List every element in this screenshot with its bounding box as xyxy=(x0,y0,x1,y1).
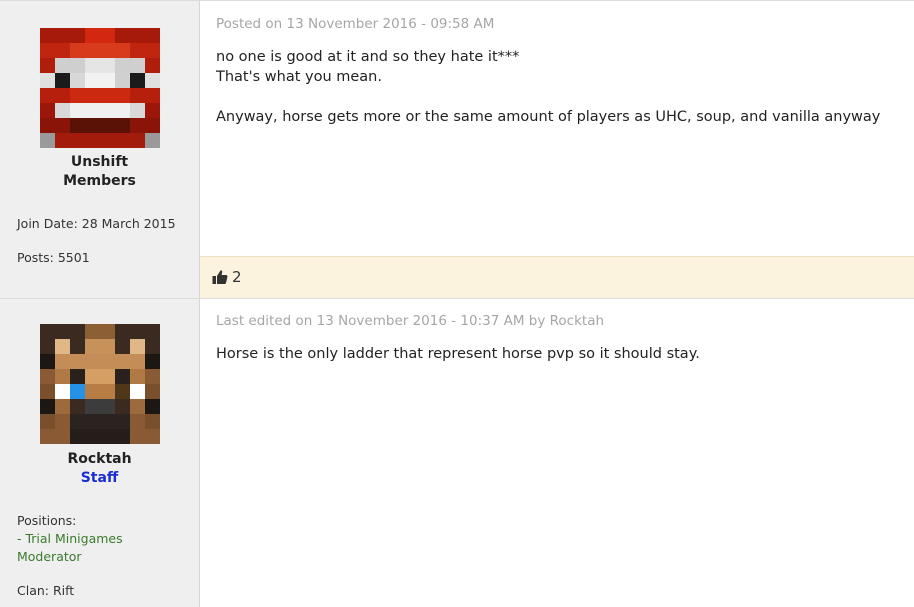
join-date: Join Date: 28 March 2015 xyxy=(17,216,176,231)
thumbs-up-icon[interactable] xyxy=(212,269,228,285)
avatar[interactable] xyxy=(40,28,160,148)
clan: Clan: Rift xyxy=(17,583,75,598)
author-sidebar: Rocktah Staff Positions: - Trial Minigam… xyxy=(0,299,200,607)
post-body: Horse is the only ladder that represent … xyxy=(216,344,700,364)
post: Unshift Members Join Date: 28 March 2015… xyxy=(0,0,914,299)
author-sidebar: Unshift Members Join Date: 28 March 2015… xyxy=(0,1,200,298)
positions-label: Positions: xyxy=(17,513,77,528)
position-item: - Trial Minigames xyxy=(17,531,123,546)
post: Rocktah Staff Positions: - Trial Minigam… xyxy=(0,298,914,607)
post-content: Last edited on 13 November 2016 - 10:37 … xyxy=(200,299,914,607)
post-body-line: Anyway, horse gets more or the same amou… xyxy=(216,109,881,125)
post-body-line: Horse is the only ladder that represent … xyxy=(216,346,700,362)
post-body-line: no one is good at it and so they hate it… xyxy=(216,49,520,65)
post-content: Posted on 13 November 2016 - 09:58 AM no… xyxy=(200,1,914,298)
position-item: Moderator xyxy=(17,549,82,564)
author-role: Staff xyxy=(80,470,119,486)
author-name[interactable]: Unshift xyxy=(0,154,199,170)
author-role: Members xyxy=(63,173,136,189)
likes-bar: 2 xyxy=(200,256,914,299)
post-body-line xyxy=(216,87,880,107)
like-count[interactable]: 2 xyxy=(232,268,242,286)
post-count: Posts: 5501 xyxy=(17,250,90,265)
post-timestamp: Posted on 13 November 2016 - 09:58 AM xyxy=(216,16,495,32)
rocktah-avatar-image xyxy=(40,324,160,444)
author-name[interactable]: Rocktah xyxy=(0,451,199,467)
avatar[interactable] xyxy=(40,324,160,444)
post-body-line: That's what you mean. xyxy=(216,69,382,85)
post-timestamp: Last edited on 13 November 2016 - 10:37 … xyxy=(216,313,605,329)
unshift-avatar-image xyxy=(40,28,160,148)
post-body: no one is good at it and so they hate it… xyxy=(216,47,880,127)
